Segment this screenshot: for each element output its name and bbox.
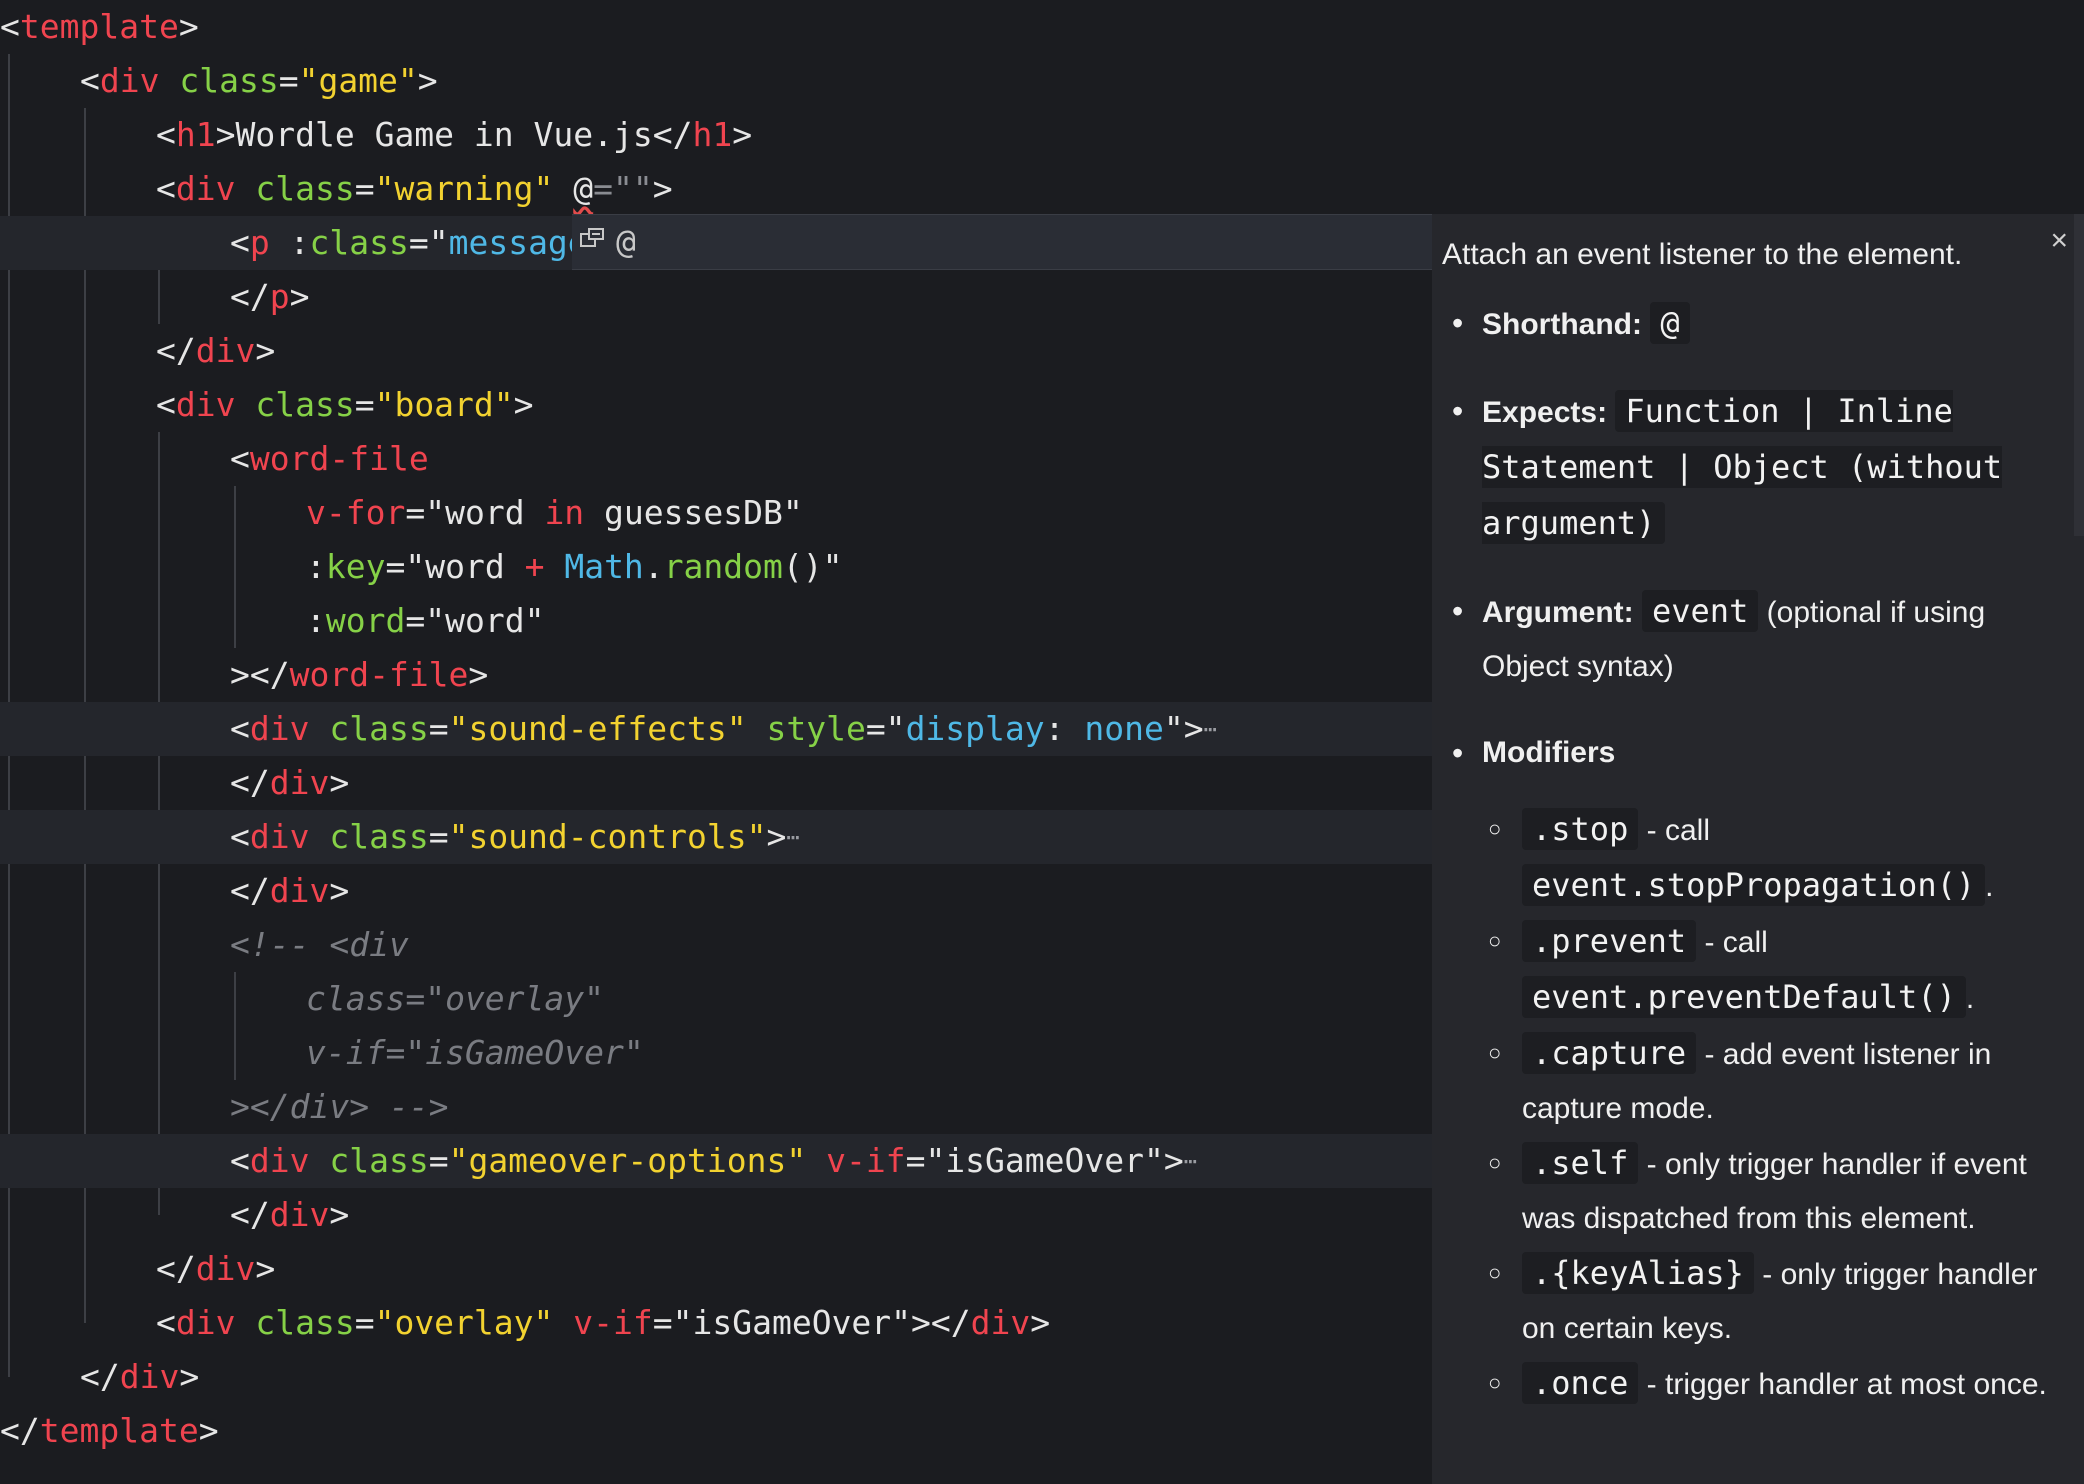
code-line[interactable]: </template> (0, 1404, 1432, 1458)
code-line[interactable]: </div> (0, 864, 1662, 918)
code-line[interactable]: <div class="board"> (0, 378, 1588, 432)
cursor-at: @ (573, 169, 594, 208)
modifiers-list: .stop - call event.stopPropagation(). .p… (1482, 802, 2072, 1412)
close-icon[interactable]: × (2050, 224, 2068, 258)
code-line-comment[interactable]: <!-- <div (0, 918, 1662, 972)
code-line[interactable]: <div class="warning" @=""> (0, 162, 1588, 216)
docs-modifiers: Modifiers .stop - call event.stopPropaga… (1452, 726, 2072, 1412)
modifier-item: .self - only trigger handler if event wa… (1488, 1136, 2072, 1246)
modifier-item: .once - trigger handler at most once. (1488, 1356, 2072, 1412)
docs-argument: Argument: event (optional if using Objec… (1452, 584, 2072, 694)
code-line[interactable]: <div class="overlay" v-if="isGameOver"><… (0, 1296, 1588, 1350)
suggestion-item[interactable]: @ (616, 215, 636, 269)
code-line[interactable]: <div class="game"> (0, 54, 1512, 108)
code-line[interactable]: </div> (0, 1188, 1662, 1242)
code-line-folded[interactable]: <div class="sound-effects" style="displa… (0, 702, 1662, 756)
code-line[interactable]: </div> (0, 324, 1588, 378)
fold-ellipsis-icon[interactable]: ⋯ (1204, 718, 1217, 743)
docs-list: Shorthand: @ Expects: Function | Inline … (1442, 296, 2072, 1444)
code-line-folded[interactable]: <div class="gameover-options" v-if="isGa… (0, 1134, 1662, 1188)
docs-shorthand: Shorthand: @ (1452, 296, 2072, 352)
code-line[interactable]: </div> (0, 1350, 1512, 1404)
field-icon (578, 225, 606, 262)
modifier-item: .prevent - call event.preventDefault(). (1488, 914, 2072, 1026)
docs-expects: Expects: Function | Inline Statement | O… (1452, 384, 2072, 552)
fold-ellipsis-icon[interactable]: ⋯ (786, 826, 799, 851)
code-line[interactable]: <template> (0, 0, 1432, 54)
suggestion-list[interactable]: @ (572, 214, 1432, 270)
code-line-comment[interactable]: ></div> --> (0, 1080, 1662, 1134)
modifier-item: .capture - add event listener in capture… (1488, 1026, 2072, 1136)
fold-ellipsis-icon[interactable]: ⋯ (1184, 1150, 1197, 1175)
code-line[interactable]: <word-file (0, 432, 1662, 486)
docs-description: Attach an event listener to the element. (1442, 238, 1963, 271)
docs-scrollbar[interactable] (2074, 214, 2084, 536)
code-line[interactable]: <h1>Wordle Game in Vue.js</h1> (0, 108, 1588, 162)
modifier-item: .{keyAlias} - only trigger handler on ce… (1488, 1246, 2072, 1356)
code-line-folded[interactable]: <div class="sound-controls">⋯ (0, 810, 1662, 864)
code-line[interactable]: </p> (0, 270, 1662, 324)
code-line[interactable]: </div> (0, 1242, 1588, 1296)
docs-panel: × Attach an event listener to the elemen… (1432, 214, 2084, 1484)
code-editor[interactable]: <template> <div class="game"> <h1>Wordle… (0, 0, 1662, 1484)
code-line[interactable]: </div> (0, 756, 1662, 810)
modifier-item: .stop - call event.stopPropagation(). (1488, 802, 2072, 914)
code-line[interactable]: ></word-file> (0, 648, 1662, 702)
